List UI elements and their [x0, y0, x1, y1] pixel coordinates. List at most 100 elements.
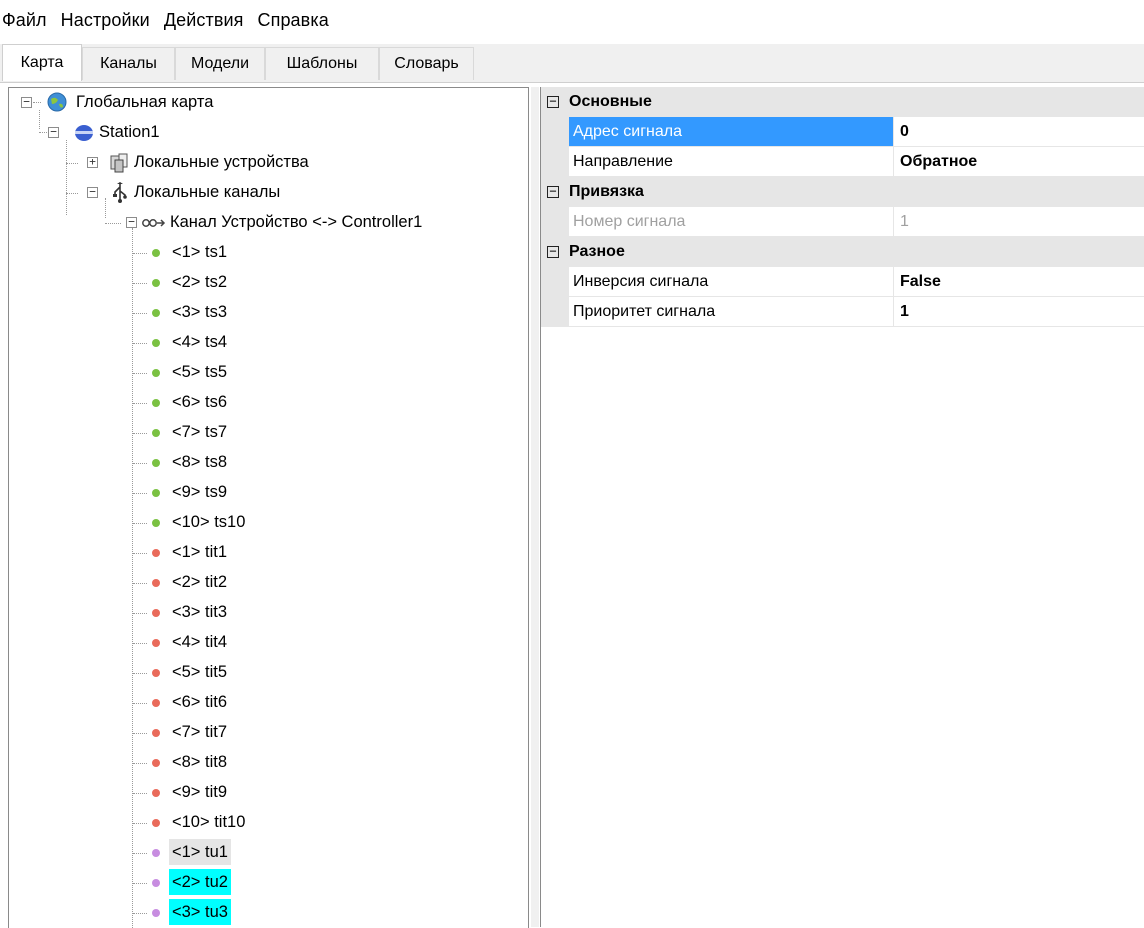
tree-node-signal[interactable]: <7> ts7: [133, 418, 230, 447]
red-signal-dot-icon: [152, 609, 160, 617]
tab-map[interactable]: Карта: [2, 44, 82, 81]
property-name[interactable]: Номер сигнала: [569, 207, 894, 237]
tree-node-signal[interactable]: <6> tit6: [133, 688, 230, 717]
usb-icon: [113, 182, 127, 203]
tree-node-global-map[interactable]: − Глобальная карта: [21, 88, 216, 117]
globe-icon: [47, 92, 67, 112]
tree-node-signal[interactable]: <10> ts10: [133, 508, 248, 537]
tree-node-signal[interactable]: <8> ts8: [133, 448, 230, 477]
tree-connector: [133, 673, 147, 674]
tree-node-signal[interactable]: <3> tit3: [133, 598, 230, 627]
property-name[interactable]: Адрес сигнала: [569, 117, 894, 147]
channel-link-icon: [142, 219, 166, 227]
collapse-icon[interactable]: −: [547, 185, 559, 198]
collapse-icon[interactable]: −: [547, 95, 559, 108]
tree-node-signal[interactable]: <2> tu2: [133, 868, 231, 897]
tree-node-channel[interactable]: − Канал Устройство <-> Controller1: [126, 208, 425, 237]
tree-node-signal[interactable]: <1> ts1: [133, 238, 230, 267]
menu-help[interactable]: Справка: [258, 10, 339, 31]
tree-connector: [133, 403, 147, 404]
tab-channels[interactable]: Каналы: [82, 47, 175, 80]
tree-node-local-devices[interactable]: + Локальные устройства: [87, 148, 312, 177]
property-row[interactable]: Направление Обратное: [541, 147, 1144, 177]
tree-node-signal[interactable]: <3> tu3: [133, 898, 231, 927]
map-tree[interactable]: − Глобальная карта − Station1 + Локальны…: [8, 87, 529, 928]
tree-node-station[interactable]: − Station1: [48, 118, 163, 147]
tree-connector: [133, 493, 147, 494]
tree-connector: [133, 373, 147, 374]
tab-strip: Карта Каналы Модели Шаблоны Словарь: [0, 44, 1144, 82]
tree-connector: [66, 163, 78, 164]
property-row[interactable]: Номер сигнала 1: [541, 207, 1144, 237]
collapse-icon[interactable]: −: [87, 186, 98, 198]
tree-connector: [133, 763, 147, 764]
expand-icon[interactable]: +: [87, 156, 98, 168]
menu-file[interactable]: Файл: [2, 10, 57, 31]
green-signal-dot-icon: [152, 279, 160, 287]
tree-connector: [133, 343, 147, 344]
tree-node-signal[interactable]: <9> tit9: [133, 778, 230, 807]
tree-label: <10> tit10: [172, 813, 246, 831]
tab-models[interactable]: Модели: [175, 47, 265, 80]
green-signal-dot-icon: [152, 429, 160, 437]
property-value[interactable]: 1: [894, 207, 1144, 237]
tree-node-local-channels[interactable]: − Локальные каналы: [87, 178, 283, 207]
tree-node-signal[interactable]: <5> tit5: [133, 658, 230, 687]
tree-node-signal[interactable]: <8> tit8: [133, 748, 230, 777]
tree-node-signal[interactable]: <9> ts9: [133, 478, 230, 507]
tab-dictionary[interactable]: Словарь: [379, 47, 474, 80]
tree-node-signal[interactable]: <7> tit7: [133, 718, 230, 747]
tab-templates[interactable]: Шаблоны: [265, 47, 379, 80]
property-value[interactable]: False: [894, 267, 1144, 297]
tree-connector: [105, 223, 121, 224]
tree-connector: [133, 313, 147, 314]
tree-node-signal[interactable]: <1> tit1: [133, 538, 230, 567]
property-row[interactable]: Инверсия сигнала False: [541, 267, 1144, 297]
tree-node-signal[interactable]: <3> ts3: [133, 298, 230, 327]
tree-node-signal[interactable]: <10> tit10: [133, 808, 248, 837]
tree-label: Глобальная карта: [76, 93, 214, 111]
tree-node-signal[interactable]: <2> ts2: [133, 268, 230, 297]
menu-actions[interactable]: Действия: [164, 10, 254, 31]
property-category[interactable]: − Основные: [541, 87, 1144, 117]
tree-label: <4> tit4: [172, 633, 228, 651]
property-gutter: [541, 267, 569, 297]
menu-settings[interactable]: Настройки: [61, 10, 160, 31]
tree-label: <3> tit3: [172, 603, 228, 621]
tree-label: <2> tu2: [169, 869, 231, 895]
purple-signal-dot-icon: [152, 909, 160, 917]
red-signal-dot-icon: [152, 669, 160, 677]
tree-label: Station1: [99, 123, 160, 141]
tree-label: <3> tu3: [169, 899, 231, 925]
property-row[interactable]: Адрес сигнала 0: [541, 117, 1144, 147]
tree-label: <7> tit7: [172, 723, 228, 741]
collapse-icon[interactable]: −: [48, 126, 59, 138]
tree-node-signal[interactable]: <5> ts5: [133, 358, 230, 387]
tree-connector: [133, 253, 147, 254]
property-name[interactable]: Приоритет сигнала: [569, 297, 894, 327]
panel-splitter[interactable]: [531, 87, 539, 927]
collapse-icon[interactable]: −: [126, 216, 137, 228]
tree-label: <10> ts10: [172, 513, 246, 531]
property-value[interactable]: 0: [894, 117, 1144, 147]
collapse-icon[interactable]: −: [21, 96, 32, 108]
tree-node-signal[interactable]: <1> tu1: [133, 838, 231, 867]
property-name[interactable]: Направление: [569, 147, 894, 177]
property-grid[interactable]: − Основные Адрес сигнала 0 Направление Обратн…: [540, 87, 1144, 927]
devices-icon: [110, 153, 128, 173]
red-signal-dot-icon: [152, 789, 160, 797]
tree-node-signal[interactable]: <6> ts6: [133, 388, 230, 417]
property-name[interactable]: Инверсия сигнала: [569, 267, 894, 297]
property-value[interactable]: Обратное: [894, 147, 1144, 177]
collapse-icon[interactable]: −: [547, 245, 559, 258]
property-category[interactable]: − Привязка: [541, 177, 1144, 207]
property-value[interactable]: 1: [894, 297, 1144, 327]
tree-node-signal[interactable]: <4> ts4: [133, 328, 230, 357]
tree-node-signal[interactable]: <4> tit4: [133, 628, 230, 657]
tree-connector: [133, 553, 147, 554]
property-gutter: [541, 117, 569, 147]
tree-node-signal[interactable]: <2> tit2: [133, 568, 230, 597]
tree-connector: [133, 283, 147, 284]
property-row[interactable]: Приоритет сигнала 1: [541, 297, 1144, 327]
property-category[interactable]: − Разное: [541, 237, 1144, 267]
